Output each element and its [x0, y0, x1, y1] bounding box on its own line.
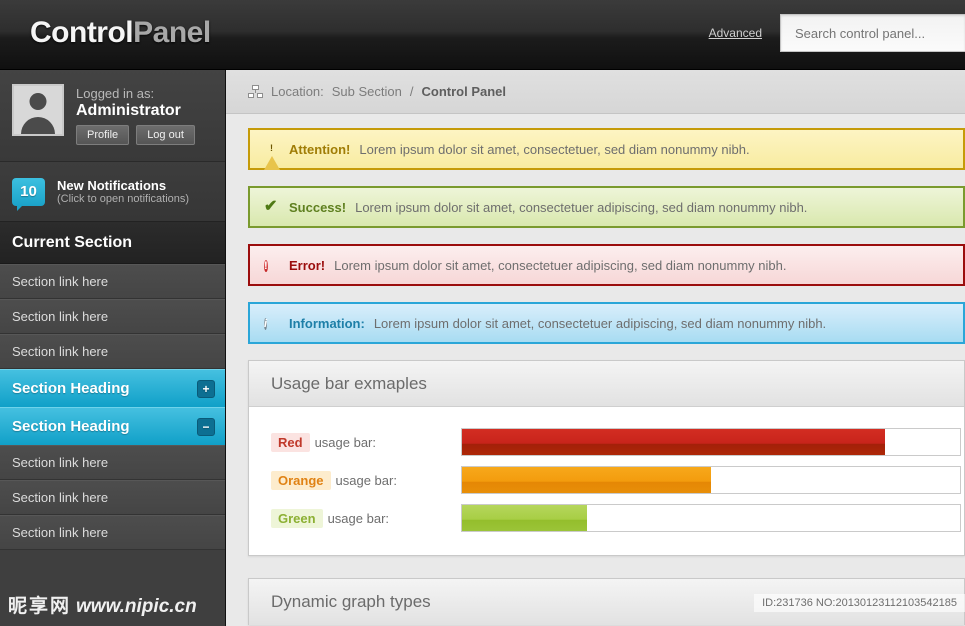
usage-bar-panel: Usage bar exmaples Red usage bar: Orange u…: [248, 360, 965, 556]
breadcrumb-separator: /: [409, 84, 414, 99]
notification-count-badge: 10: [12, 177, 45, 211]
usage-bar-panel-body: Red usage bar: Orange usage bar: Green usag…: [249, 407, 964, 555]
alert-warning-lead: Attention!: [289, 141, 351, 157]
user-buttons: Profile Log out: [76, 125, 195, 145]
usage-bar-fill-red: [462, 429, 886, 455]
usage-bar-label-red: Red usage bar:: [271, 432, 461, 452]
usage-bar-chip-green: Green: [271, 508, 323, 528]
breadcrumb-label: Location:: [271, 84, 324, 99]
alert-success-message: Lorem ipsum dolor sit amet, consectetuer…: [355, 199, 808, 215]
info-circle-icon: i: [264, 318, 268, 330]
usage-bar-track-green: [461, 504, 961, 532]
usage-bar-chip-red: Red: [271, 432, 310, 452]
check-icon: ✔: [264, 198, 278, 215]
sidebar-link-3[interactable]: Section link here: [0, 334, 225, 369]
site-watermark: 昵享网 www.nipic.cn: [8, 591, 197, 618]
site-watermark-url: www.nipic.cn: [76, 596, 197, 617]
usage-bar-track-orange: [461, 466, 961, 494]
user-meta: Logged in as: Administrator Profile Log …: [76, 84, 195, 147]
sitemap-icon: [248, 85, 263, 98]
usage-bar-suffix-green: usage bar:: [327, 510, 390, 526]
breadcrumb-parent[interactable]: Sub Section: [332, 84, 402, 99]
usage-bar-suffix-orange: usage bar:: [335, 472, 397, 488]
user-name: Administrator: [76, 102, 181, 119]
alert-success: ✔ Success! Lorem ipsum dolor sit amet, c…: [248, 186, 965, 228]
logo-primary-text: Control: [30, 16, 134, 49]
usage-bar-fill-green: [462, 505, 587, 531]
alert-error: ! Error! Lorem ipsum dolor sit amet, con…: [248, 244, 965, 286]
stock-id-watermark: ID:231736 NO:20130123112103542185: [754, 594, 965, 612]
app-header: ControlPanel Advanced: [0, 0, 965, 70]
usage-bar-panel-title: Usage bar exmaples: [249, 361, 964, 407]
plus-icon[interactable]: +: [197, 379, 215, 398]
logged-in-label: Logged in as:: [76, 86, 155, 101]
usage-bar-row-orange: Orange usage bar:: [249, 461, 964, 499]
header-right-group: Advanced: [709, 14, 965, 52]
warning-triangle-icon: [264, 141, 280, 170]
alert-success-lead: Success!: [289, 199, 347, 215]
sidebar-link-2[interactable]: Section link here: [0, 299, 225, 334]
profile-button[interactable]: Profile: [76, 125, 130, 145]
current-section-header: Current Section: [0, 222, 225, 264]
alert-warning-message: Lorem ipsum dolor sit amet, consectetuer…: [359, 141, 750, 157]
alert-warning: Attention! Lorem ipsum dolor sit amet, c…: [248, 128, 965, 170]
breadcrumb-current: Control Panel: [421, 84, 507, 99]
avatar-body-shape: [21, 117, 55, 134]
alerts-list: Attention! Lorem ipsum dolor sit amet, c…: [226, 114, 965, 344]
app-logo[interactable]: ControlPanel: [30, 16, 211, 50]
usage-bar-track-red: [461, 428, 961, 456]
sidebar-section-heading-expanded-label: Section Heading: [12, 418, 130, 435]
sidebar: Logged in as: Administrator Profile Log …: [0, 70, 226, 626]
search-box[interactable]: [780, 14, 965, 52]
usage-bar-fill-orange: [462, 467, 711, 493]
error-circle-icon: !: [264, 260, 268, 272]
usage-bar-suffix-red: usage bar:: [314, 434, 376, 450]
minus-icon[interactable]: −: [197, 417, 215, 436]
main-content: Location: Sub Section / Control Panel At…: [226, 70, 965, 626]
usage-bar-row-green: Green usage bar:: [249, 499, 964, 537]
sidebar-section-heading-collapsed-label: Section Heading: [12, 380, 130, 397]
sidebar-link-6[interactable]: Section link here: [0, 515, 225, 550]
sidebar-link-5[interactable]: Section link here: [0, 480, 225, 515]
alert-information-message: Lorem ipsum dolor sit amet, consectetuer…: [373, 315, 827, 331]
notifications-item[interactable]: 10 New Notifications (Click to open noti…: [0, 162, 225, 222]
site-watermark-cn: 昵享网: [8, 596, 72, 617]
sidebar-section-heading-expanded[interactable]: Section Heading −: [0, 407, 225, 445]
usage-bar-label-green: Green usage bar:: [271, 508, 461, 528]
breadcrumb: Location: Sub Section / Control Panel: [226, 70, 965, 114]
usage-bar-row-red: Red usage bar:: [249, 423, 964, 461]
alert-information-lead: Information:: [289, 315, 365, 331]
notifications-subtitle: (Click to open notifications): [57, 193, 190, 205]
logout-button[interactable]: Log out: [136, 125, 195, 145]
search-input[interactable]: [795, 25, 965, 41]
notifications-title: New Notifications: [57, 178, 167, 193]
logo-secondary-text: Panel: [133, 16, 211, 49]
usage-bar-chip-orange: Orange: [271, 470, 331, 490]
user-panel: Logged in as: Administrator Profile Log …: [0, 70, 225, 162]
notifications-text: New Notifications (Click to open notific…: [57, 178, 189, 205]
sidebar-link-4[interactable]: Section link here: [0, 445, 225, 480]
sidebar-section-heading-collapsed[interactable]: Section Heading +: [0, 369, 225, 407]
alert-information: i Information: Lorem ipsum dolor sit ame…: [248, 302, 965, 344]
usage-bar-label-orange: Orange usage bar:: [271, 470, 461, 490]
sidebar-link-1[interactable]: Section link here: [0, 264, 225, 299]
alert-error-message: Lorem ipsum dolor sit amet, consectetuer…: [334, 257, 787, 273]
advanced-link[interactable]: Advanced: [709, 26, 762, 40]
avatar-head-shape: [29, 93, 47, 110]
alert-error-lead: Error!: [289, 257, 326, 273]
avatar: [12, 84, 64, 136]
